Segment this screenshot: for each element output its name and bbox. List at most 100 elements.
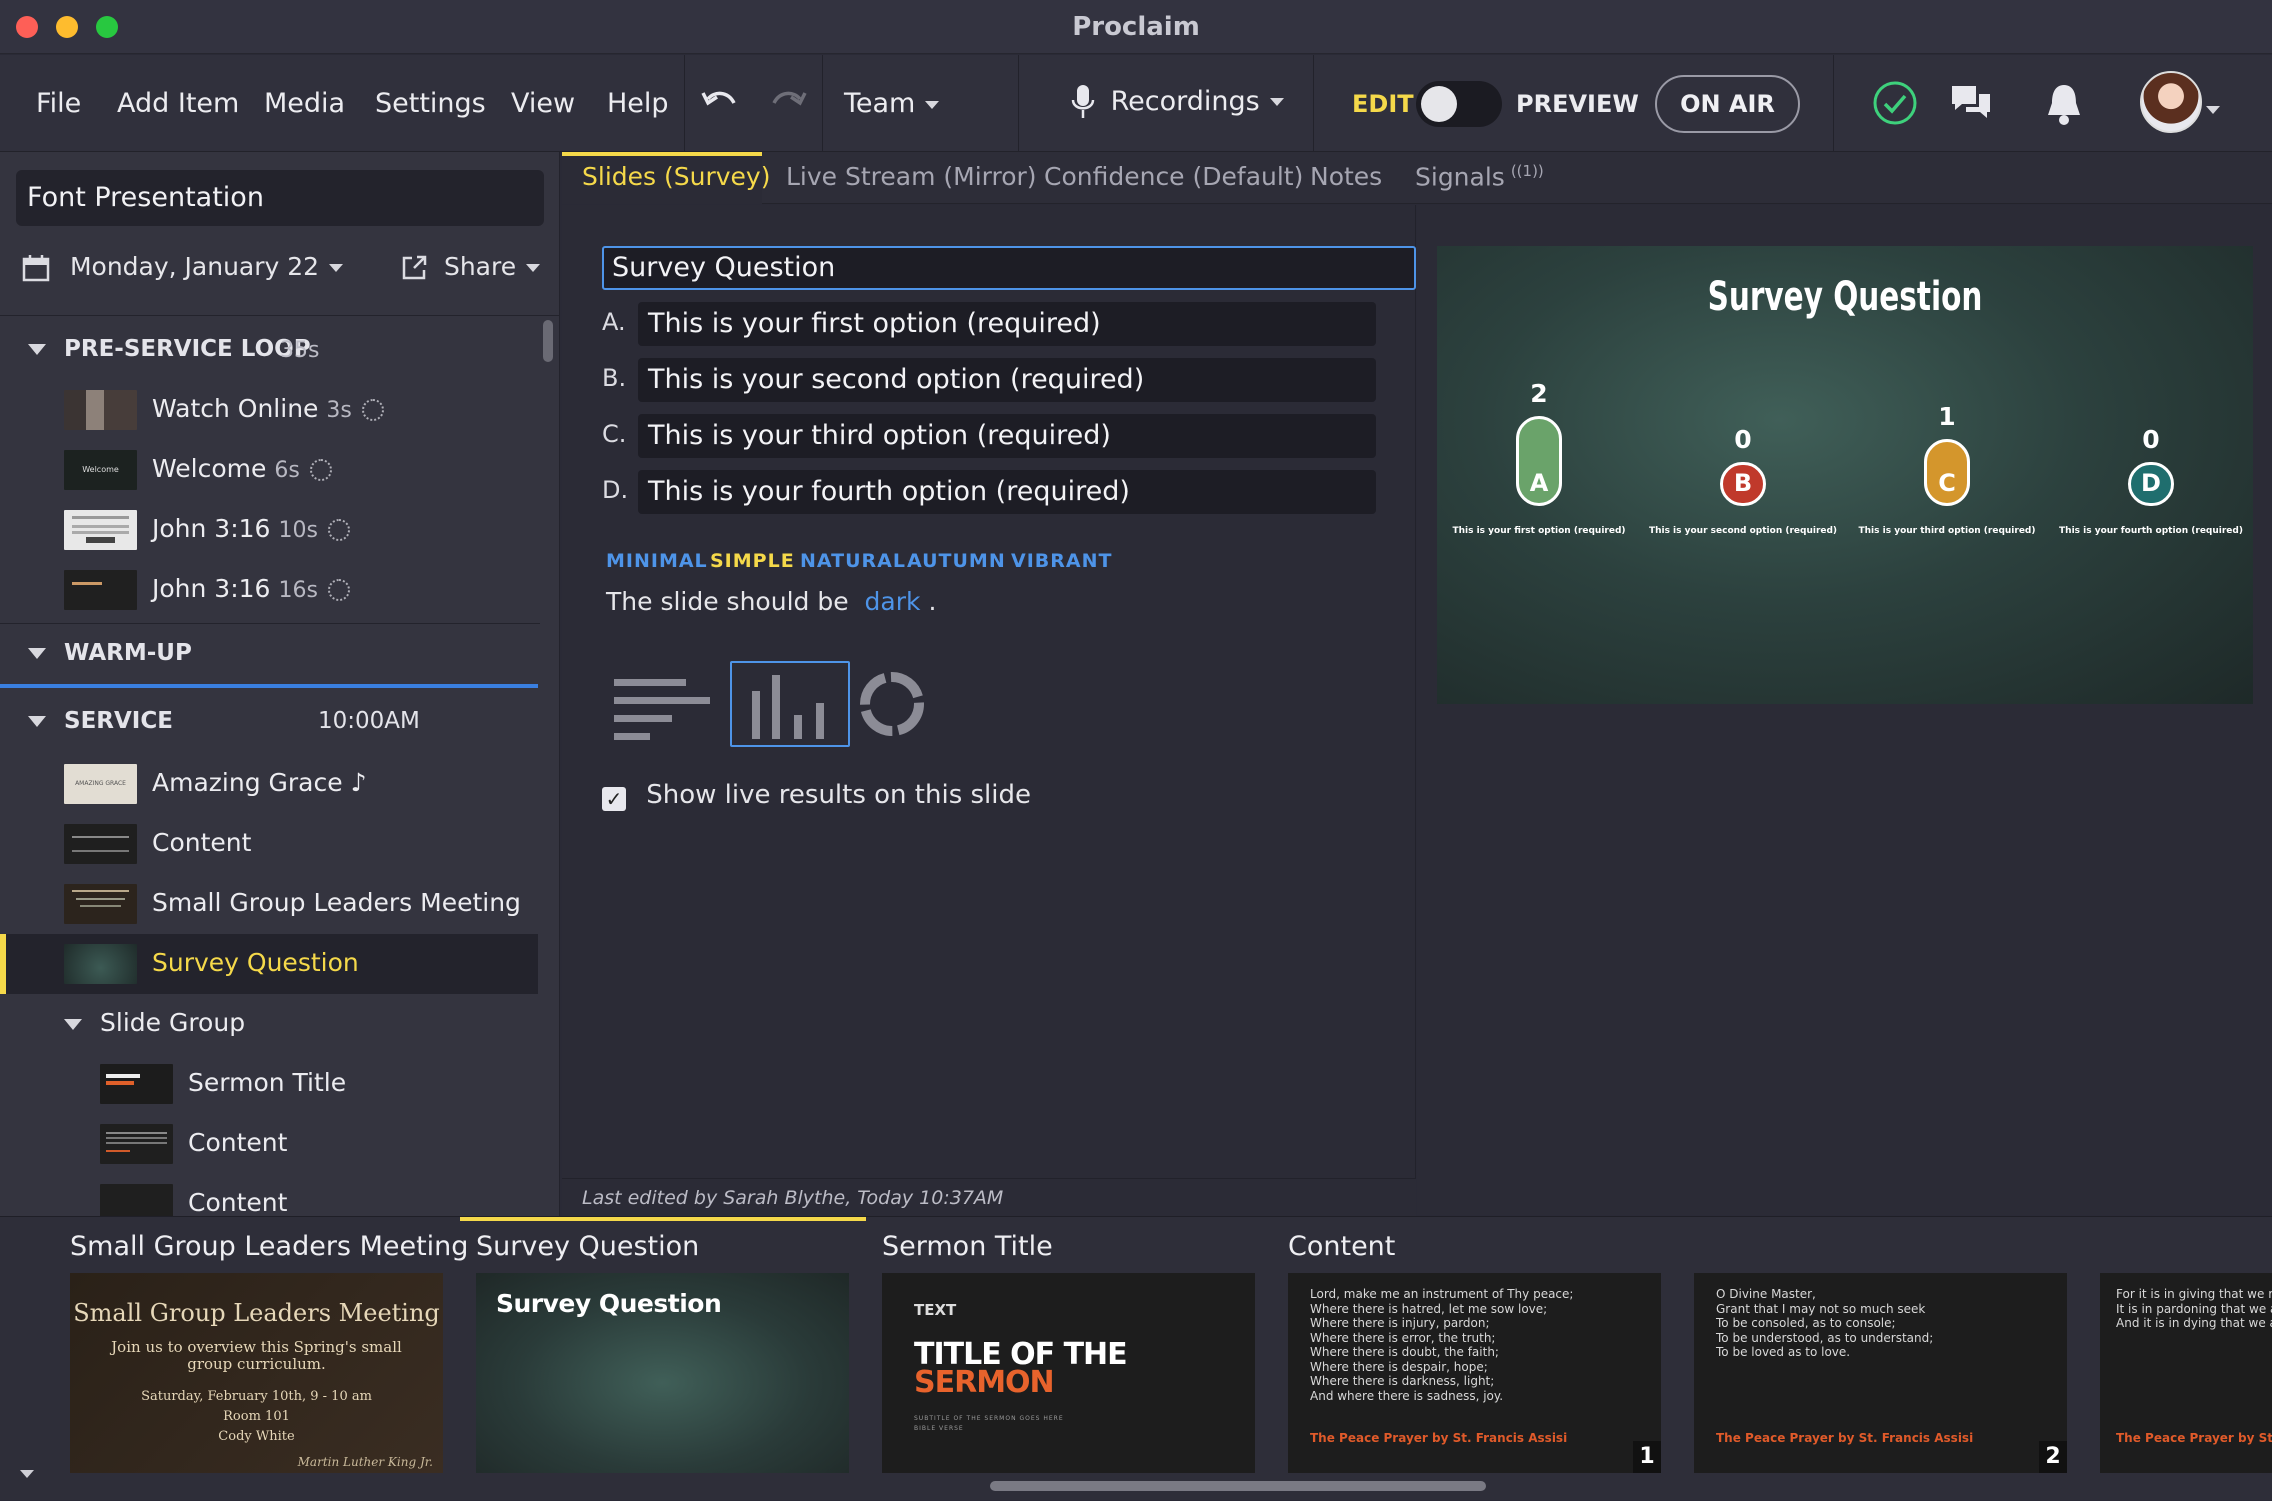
filmstrip-scrollbar[interactable] <box>990 1481 1486 1491</box>
sidebar-item-john-3-16[interactable]: John 3:16 16s <box>0 560 540 620</box>
tab-live-stream[interactable]: Live Stream (Mirror) <box>786 162 1037 191</box>
theme-simple[interactable]: SIMPLE <box>710 550 795 572</box>
survey-question-input[interactable]: Survey Question <box>602 246 1416 290</box>
sidebar-item-welcome[interactable]: Welcome Welcome 6s <box>0 440 540 500</box>
option-letter: B. <box>602 364 627 392</box>
window-titlebar: Proclaim <box>0 0 2272 54</box>
undo-button[interactable] <box>700 85 738 123</box>
tab-confidence[interactable]: Confidence (Default) <box>1044 162 1303 191</box>
thumb-line2: SERMON <box>914 1365 1055 1400</box>
option-d-input[interactable]: This is your fourth option (required) <box>638 470 1376 514</box>
sidebar-item-slide-group[interactable]: Slide Group <box>0 994 540 1054</box>
sidebar-item-john-3-16[interactable]: John 3:16 10s <box>0 500 540 560</box>
sidebar-item-content[interactable]: Content <box>0 814 540 874</box>
slide-mode-sentence: The slide should be dark . <box>606 587 936 616</box>
bar-chart-icon <box>752 675 824 739</box>
collapse-triangle-icon <box>64 1019 82 1030</box>
sidebar-item-small-group-leaders-meeting[interactable]: Small Group Leaders Meeting <box>0 874 540 934</box>
share-button[interactable]: Share <box>400 252 541 282</box>
redo-icon <box>772 91 807 106</box>
slide-thumbnail: TEXT TITLE OF THE SERMON SUBTITLE OF THE… <box>882 1273 1255 1473</box>
show-live-results-label: Show live results on this slide <box>646 780 1031 810</box>
filmstrip-item-survey-question[interactable]: Survey Question Survey Question <box>406 1217 866 1501</box>
slide-preview-pane: Survey Question 2 A This is your first opt… <box>1417 205 2272 1215</box>
show-live-results-row[interactable]: ✓ Show live results on this slide <box>602 780 1031 811</box>
sidebar-item-survey-question[interactable]: Survey Question <box>0 934 538 994</box>
last-edited-status: Last edited by Sarah Blythe, Today 10:37… <box>562 1178 1416 1216</box>
presentation-title-field[interactable]: Font Presentation <box>16 170 544 226</box>
result-option-label: This is your second option (required) <box>1648 526 1838 536</box>
thumb-title: Small Group Leaders Meeting <box>73 1299 440 1327</box>
filmstrip-item-content[interactable]: Content Lord, make me an instrument of T… <box>1218 1217 1661 1501</box>
thumb-title: Survey Question <box>496 1289 722 1318</box>
user-avatar[interactable] <box>2140 71 2202 133</box>
option-c-input[interactable]: This is your third option (required) <box>638 414 1376 458</box>
result-pill: A <box>1516 416 1562 506</box>
drop-indicator <box>0 684 538 688</box>
sidebar-item-content[interactable]: Content <box>0 1174 540 1216</box>
theme-autumn[interactable]: AUTUMN <box>907 550 1006 572</box>
thumb-footer: The Peace Prayer by St. Francis Assisi <box>1716 1431 1974 1445</box>
menu-file[interactable]: File <box>36 88 81 119</box>
collapse-triangle-icon <box>28 716 46 727</box>
filmstrip-item-small-group-leaders-meeting[interactable]: Small Group Leaders Meeting Small Group … <box>0 1217 468 1501</box>
menu-help[interactable]: Help <box>607 88 669 119</box>
thumb-text: For it is in giving that we rec It is in… <box>2116 1287 2272 1330</box>
result-pill: B <box>1720 462 1766 506</box>
selection-indicator <box>0 934 6 994</box>
sidebar-item-content[interactable]: Content <box>0 1114 540 1174</box>
expand-filmstrip-button[interactable] <box>20 1463 34 1482</box>
result-bar-d: 0D <box>2121 425 2181 506</box>
menu-media[interactable]: Media <box>264 88 345 119</box>
edit-preview-toggle[interactable] <box>1416 81 1502 127</box>
result-count: 2 <box>1530 379 1548 408</box>
slide-thumbnail <box>100 1124 173 1164</box>
chevron-down-icon[interactable] <box>2206 99 2220 118</box>
sidebar-item-watch-online[interactable]: Watch Online 3s <box>0 380 540 440</box>
preview-title: Survey Question <box>1707 274 1983 320</box>
redo-button[interactable] <box>770 85 808 123</box>
recordings-dropdown[interactable]: Recordings <box>1070 83 1284 121</box>
section-service[interactable]: SERVICE 10:00AM <box>0 692 540 750</box>
team-label: Team <box>844 88 916 119</box>
menu-view[interactable]: View <box>511 88 575 119</box>
slide-thumbnail: Survey Question <box>476 1273 849 1473</box>
result-count: 1 <box>1938 402 1956 431</box>
sidebar-item-amazing-grace[interactable]: AMAZING GRACE Amazing Grace ♪ <box>0 754 540 814</box>
slide-mode-dark-link[interactable]: dark <box>865 587 921 616</box>
section-pre-service-loop[interactable]: PRE-SERVICE LOOP 35s <box>0 320 540 378</box>
thumb-room: Room 101 <box>223 1409 290 1424</box>
theme-minimal[interactable]: MINIMAL <box>606 550 708 572</box>
notifications-button[interactable] <box>2044 81 2084 131</box>
chevron-down-icon <box>329 264 344 272</box>
on-air-button[interactable]: ON AIR <box>1655 75 1800 133</box>
filmstrip-item-content-2[interactable]: O Divine Master, Grant that I may not so… <box>1624 1217 2067 1501</box>
theme-natural[interactable]: NATURAL <box>800 550 906 572</box>
tab-signals[interactable]: Signals ((1)) <box>1415 162 1544 191</box>
option-b-input[interactable]: This is your second option (required) <box>638 358 1376 402</box>
sidebar-scrollbar[interactable] <box>543 320 553 362</box>
slide-thumbnail <box>100 1184 173 1216</box>
tab-notes[interactable]: Notes <box>1310 162 1382 191</box>
view-tabs: Slides (Survey) Live Stream (Mirror) Con… <box>562 152 2272 204</box>
status-check-button[interactable] <box>1872 80 1918 130</box>
menu-add-item[interactable]: Add Item <box>117 88 239 119</box>
filmstrip-item-sermon-title[interactable]: Sermon Title TEXT TITLE OF THE SERMON SU… <box>812 1217 1255 1501</box>
section-warm-up[interactable]: WARM-UP <box>0 626 540 684</box>
option-d-row: D. This is your fourth option (required) <box>602 470 1376 514</box>
chat-button[interactable] <box>1948 82 1994 128</box>
menu-settings[interactable]: Settings <box>375 88 486 119</box>
option-a-input[interactable]: This is your first option (required) <box>638 302 1376 346</box>
filmstrip-item-content-3[interactable]: For it is in giving that we rec It is in… <box>2030 1217 2272 1501</box>
theme-vibrant[interactable]: VIBRANT <box>1011 550 1112 572</box>
show-live-results-checkbox[interactable]: ✓ <box>602 787 626 811</box>
date-selector[interactable]: Monday, January 22 <box>22 252 344 282</box>
sidebar-item-sermon-title[interactable]: Sermon Title <box>0 1054 540 1114</box>
item-label: Small Group Leaders Meeting <box>152 888 521 917</box>
section-name: SERVICE <box>64 708 173 734</box>
chart-type-list-button[interactable] <box>610 661 730 747</box>
team-dropdown[interactable]: Team <box>844 88 940 119</box>
tab-slides-survey[interactable]: Slides (Survey) <box>562 152 770 204</box>
chart-type-bar-button[interactable] <box>730 661 850 747</box>
chart-type-donut-button[interactable] <box>852 661 972 747</box>
